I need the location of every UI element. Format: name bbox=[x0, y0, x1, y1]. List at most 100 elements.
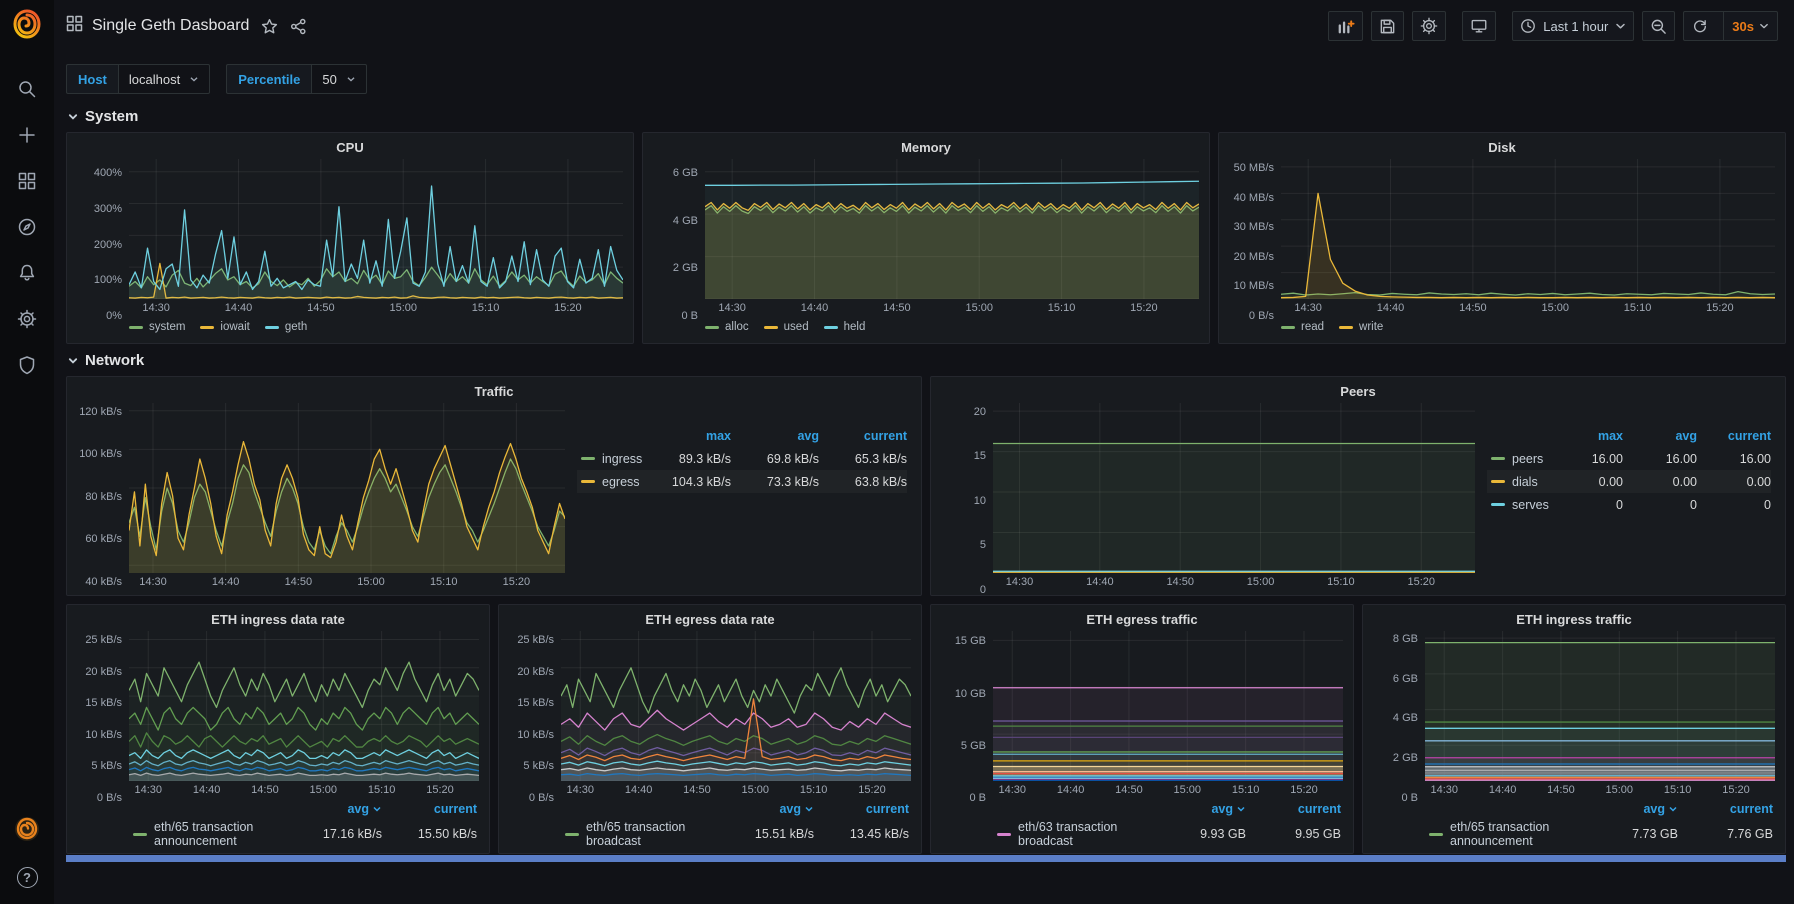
section-network-title: Network bbox=[85, 352, 144, 369]
eth-egress-traffic-chart[interactable]: 0 B5 GB10 GB15 GB 14:3014:4014:5015:0015… bbox=[941, 631, 1343, 798]
add-panel-button[interactable] bbox=[1328, 11, 1363, 41]
legend-col-avg[interactable]: avg bbox=[719, 800, 814, 820]
refresh-interval-dropdown[interactable]: 30s bbox=[1723, 12, 1777, 40]
legend-col-avg[interactable]: avg bbox=[1623, 427, 1697, 447]
legend-value: 0.00 bbox=[1697, 470, 1771, 493]
legend-series-label[interactable]: eth/63 transaction broadcast bbox=[993, 820, 1151, 848]
series-swatch bbox=[824, 326, 838, 329]
memory-chart[interactable]: 0 B2 GB4 GB6 GB 14:3014:4014:5015:0015:1… bbox=[653, 159, 1199, 316]
panel-title[interactable]: CPU bbox=[77, 136, 623, 159]
section-network[interactable]: Network bbox=[66, 344, 1786, 376]
eth-ingress-rate-chart[interactable]: 0 B/s5 kB/s10 kB/s15 kB/s20 kB/s25 kB/s … bbox=[77, 631, 479, 798]
panel-peers: Peers 05101520 14:3014:4014:5015:0015:10… bbox=[930, 376, 1786, 596]
panel-title[interactable]: Disk bbox=[1229, 136, 1775, 159]
variable-host-value-dropdown[interactable]: localhost bbox=[118, 64, 210, 94]
legend-col-avg[interactable]: avg bbox=[1583, 800, 1678, 820]
y-axis: 0 B2 GB4 GB6 GB bbox=[653, 159, 705, 316]
section-system[interactable]: System bbox=[66, 100, 1786, 132]
share-icon[interactable] bbox=[290, 18, 307, 35]
legend-col-max[interactable]: max bbox=[1549, 427, 1623, 447]
legend-series-label[interactable]: serves bbox=[1487, 493, 1549, 516]
disk-chart[interactable]: 0 B/s10 MB/s20 MB/s30 MB/s40 MB/s50 MB/s… bbox=[1229, 159, 1775, 316]
eth-ingress-traffic-chart[interactable]: 0 B2 GB4 GB6 GB8 GB 14:3014:4014:5015:00… bbox=[1373, 631, 1775, 798]
legend-value: 7.76 GB bbox=[1678, 820, 1773, 848]
server-admin-shield-icon[interactable] bbox=[16, 354, 38, 376]
dashboard-settings-button[interactable] bbox=[1412, 11, 1446, 41]
dashboard-title[interactable]: Single Geth Dasboard bbox=[92, 17, 249, 35]
legend-col-avg[interactable]: avg bbox=[287, 800, 382, 820]
legend-col-current[interactable]: current bbox=[1246, 800, 1341, 820]
system-row: CPU 0%100%200%300%400% 14:3014:4014:5015… bbox=[66, 132, 1786, 344]
legend-item[interactable]: system bbox=[129, 321, 185, 333]
legend-col-max[interactable]: max bbox=[643, 427, 731, 447]
refresh-button[interactable] bbox=[1684, 12, 1716, 40]
legend-item[interactable]: alloc bbox=[705, 321, 749, 333]
navbar: Single Geth Dasboard bbox=[54, 0, 1794, 52]
dashboard-grid-icon bbox=[66, 15, 83, 37]
panel-title[interactable]: ETH egress traffic bbox=[941, 608, 1343, 631]
dashboard-body: System CPU 0%100%200%300%400% 14:3014:40… bbox=[54, 98, 1794, 904]
legend-item[interactable]: write bbox=[1339, 321, 1383, 333]
series-swatch bbox=[129, 326, 143, 329]
alerting-bell-icon[interactable] bbox=[16, 262, 38, 284]
legend-value: 0.00 bbox=[1549, 470, 1623, 493]
eth-ingress-rate-legend-table: avgcurrent eth/65 transaction announcemen… bbox=[77, 798, 479, 848]
cycle-view-mode-button[interactable] bbox=[1462, 11, 1496, 41]
panel-title[interactable]: ETH ingress data rate bbox=[77, 608, 479, 631]
legend-item[interactable]: read bbox=[1281, 321, 1324, 333]
y-axis: 05101520 bbox=[941, 403, 993, 590]
legend-series-label[interactable]: ingress bbox=[577, 447, 643, 470]
legend-col-current[interactable]: current bbox=[814, 800, 909, 820]
legend-col-avg[interactable]: avg bbox=[1151, 800, 1246, 820]
panel-eth-ingress-rate: ETH ingress data rate 0 B/s5 kB/s10 kB/s… bbox=[66, 604, 490, 854]
panel-memory: Memory 0 B2 GB4 GB6 GB 14:3014:4014:5015… bbox=[642, 132, 1210, 344]
next-row-peek-strip[interactable] bbox=[66, 855, 1786, 862]
series-swatch bbox=[265, 326, 279, 329]
zoom-out-button[interactable] bbox=[1642, 11, 1675, 41]
panel-title[interactable]: Memory bbox=[653, 136, 1199, 159]
legend-series-label[interactable]: dials bbox=[1487, 470, 1549, 493]
legend-series-label[interactable]: eth/65 transaction announcement bbox=[129, 820, 287, 848]
save-dashboard-button[interactable] bbox=[1371, 11, 1404, 41]
panel-title[interactable]: Traffic bbox=[77, 380, 911, 403]
variable-percentile-value-dropdown[interactable]: 50 bbox=[311, 64, 366, 94]
legend-col-current[interactable]: current bbox=[382, 800, 477, 820]
traffic-chart[interactable]: 40 kB/s60 kB/s80 kB/s100 kB/s120 kB/s 14… bbox=[77, 403, 565, 590]
traffic-legend-table: maxavgcurrentingress89.3 kB/s69.8 kB/s65… bbox=[565, 403, 911, 590]
peers-chart[interactable]: 05101520 14:3014:4014:5015:0015:1015:20 bbox=[941, 403, 1475, 590]
legend-col-avg[interactable]: avg bbox=[731, 427, 819, 447]
panel-title[interactable]: Peers bbox=[941, 380, 1775, 403]
configuration-gear-icon[interactable] bbox=[16, 308, 38, 330]
cpu-chart[interactable]: 0%100%200%300%400% 14:3014:4014:5015:001… bbox=[77, 159, 623, 316]
legend-item[interactable]: used bbox=[764, 321, 809, 333]
eth-egress-rate-chart[interactable]: 0 B/s5 kB/s10 kB/s15 kB/s20 kB/s25 kB/s … bbox=[509, 631, 911, 798]
legend-col-current[interactable]: current bbox=[1678, 800, 1773, 820]
create-plus-icon[interactable] bbox=[16, 124, 38, 146]
x-axis: 14:3014:4014:5015:0015:1015:20 bbox=[993, 573, 1475, 590]
dashboards-icon[interactable] bbox=[16, 170, 38, 192]
legend-item[interactable]: geth bbox=[265, 321, 307, 333]
panel-title[interactable]: ETH ingress traffic bbox=[1373, 608, 1775, 631]
legend-item[interactable]: iowait bbox=[200, 321, 249, 333]
grafana-app: ? Single Geth Dasboard bbox=[0, 0, 1794, 904]
legend-series-label[interactable]: peers bbox=[1487, 447, 1549, 470]
search-icon[interactable] bbox=[16, 78, 38, 100]
panel-title[interactable]: ETH egress data rate bbox=[509, 608, 911, 631]
panel-cpu: CPU 0%100%200%300%400% 14:3014:4014:5015… bbox=[66, 132, 634, 344]
legend-col-current[interactable]: current bbox=[819, 427, 907, 447]
explore-compass-icon[interactable] bbox=[16, 216, 38, 238]
help-icon[interactable]: ? bbox=[17, 867, 38, 888]
time-range-picker[interactable]: Last 1 hour bbox=[1512, 11, 1634, 41]
user-avatar[interactable] bbox=[14, 816, 40, 847]
star-icon[interactable] bbox=[261, 18, 278, 35]
series-swatch bbox=[997, 833, 1011, 836]
legend-value: 63.8 kB/s bbox=[819, 470, 907, 493]
legend-series-label[interactable]: eth/65 transaction broadcast bbox=[561, 820, 719, 848]
legend-col-current[interactable]: current bbox=[1697, 427, 1771, 447]
legend-series-label[interactable]: eth/65 transaction announcement bbox=[1425, 820, 1583, 848]
legend-item[interactable]: held bbox=[824, 321, 866, 333]
legend-value: 13.45 kB/s bbox=[814, 820, 909, 848]
legend-series-label[interactable]: egress bbox=[577, 470, 643, 493]
variable-host-label: Host bbox=[66, 64, 118, 94]
grafana-logo[interactable] bbox=[12, 9, 42, 44]
